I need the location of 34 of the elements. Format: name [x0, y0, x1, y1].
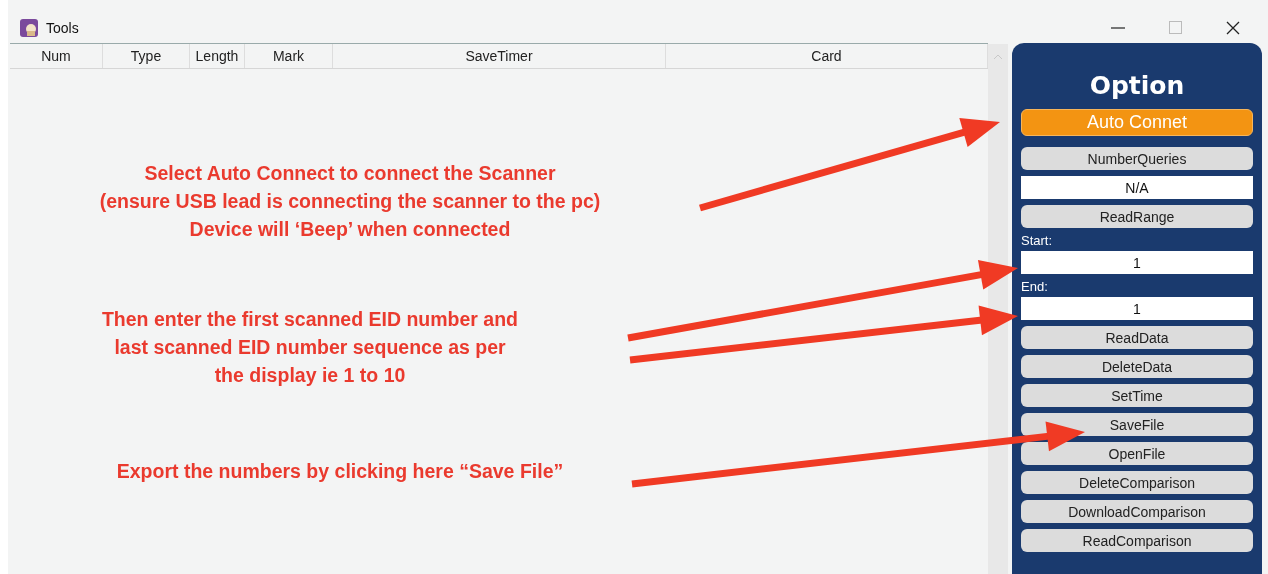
- window-title: Tools: [46, 19, 79, 36]
- panel-button[interactable]: DownloadComparison: [1021, 500, 1253, 523]
- close-icon[interactable]: [1226, 20, 1240, 35]
- scrollbar-track[interactable]: [988, 44, 1008, 574]
- maximize-icon[interactable]: [1169, 21, 1182, 34]
- annotation-text: Export the numbers by clicking here “Save File”: [116, 459, 564, 484]
- column-header[interactable]: Mark: [272, 48, 305, 64]
- panel-button[interactable]: OpenFile: [1021, 442, 1253, 465]
- app-icon: [20, 18, 38, 37]
- column-header[interactable]: Type: [130, 48, 162, 64]
- panel-button[interactable]: NumberQueries: [1021, 147, 1253, 170]
- panel-button[interactable]: ReadData: [1021, 326, 1253, 349]
- column-header[interactable]: Card: [811, 48, 842, 64]
- field-label: Start:: [1021, 234, 1053, 248]
- column-header[interactable]: Num: [41, 48, 71, 64]
- panel-button[interactable]: DeleteData: [1021, 355, 1253, 378]
- panel-button[interactable]: SetTime: [1021, 384, 1253, 407]
- annotation-text: (ensure USB lead is connecting the scanner to the pc): [99, 189, 601, 214]
- annotation-text: Select Auto Connect to connect the Scanner: [144, 161, 556, 186]
- column-header[interactable]: SaveTimer: [465, 48, 533, 64]
- input-field[interactable]: N/A: [1021, 176, 1253, 199]
- field-label: End:: [1021, 280, 1048, 294]
- annotation-text: last scanned EID number sequence as per: [114, 335, 506, 360]
- panel-title: Option: [1088, 70, 1186, 102]
- panel-button[interactable]: DeleteComparison: [1021, 471, 1253, 494]
- annotation-text: the display ie 1 to 10: [214, 363, 406, 388]
- input-field[interactable]: 1: [1021, 251, 1253, 274]
- panel-button[interactable]: ReadRange: [1021, 205, 1253, 228]
- annotation-text: Device will ‘Beep’ when connected: [189, 217, 511, 242]
- input-field[interactable]: 1: [1021, 297, 1253, 320]
- panel-button[interactable]: ReadComparison: [1021, 529, 1253, 552]
- annotation-text: Then enter the first scanned EID number and: [101, 307, 519, 332]
- column-header[interactable]: Length: [195, 48, 239, 64]
- panel-button[interactable]: SaveFile: [1021, 413, 1253, 436]
